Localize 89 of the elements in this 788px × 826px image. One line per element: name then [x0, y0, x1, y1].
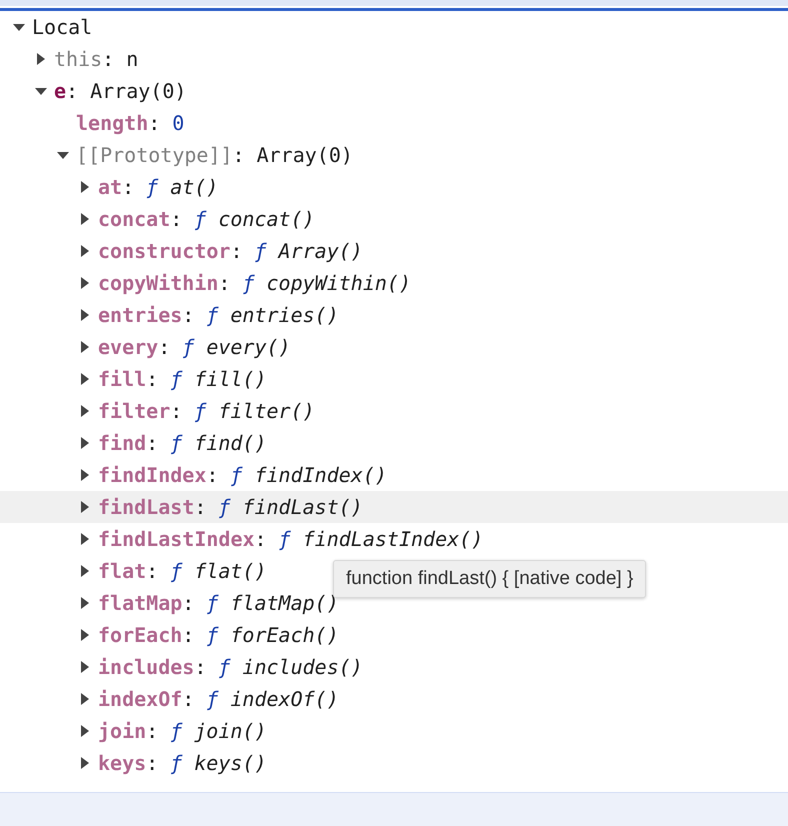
property-value: every() — [206, 335, 291, 359]
property-name: concat — [98, 207, 170, 231]
colon: : — [146, 559, 158, 583]
colon: : — [122, 175, 134, 199]
property-name: forEach — [98, 623, 182, 647]
property-value: copyWithin() — [266, 271, 412, 295]
property-name: indexOf — [98, 687, 182, 711]
property-value: fill() — [194, 367, 267, 391]
colon: : — [148, 111, 160, 135]
colon: : — [102, 47, 114, 71]
property-value: flat() — [194, 559, 267, 583]
function-mark: ƒ — [206, 687, 218, 711]
colon: : — [146, 719, 158, 743]
colon: : — [218, 271, 230, 295]
tooltip: function findLast() { [native code] } — [333, 560, 646, 598]
property-name: keys — [98, 751, 146, 775]
property-value: indexOf() — [230, 687, 339, 711]
function-mark: ƒ — [170, 559, 182, 583]
property-value: Array() — [278, 239, 363, 263]
function-mark: ƒ — [230, 463, 242, 487]
property-value: findIndex() — [254, 463, 387, 487]
colon: : — [230, 239, 242, 263]
property-value: 0 — [172, 111, 184, 135]
colon: : — [66, 79, 78, 103]
colon: : — [194, 655, 206, 679]
function-mark: ƒ — [242, 271, 255, 295]
colon: : — [232, 143, 245, 167]
function-mark: ƒ — [170, 431, 182, 455]
property-name: [[Prototype]] — [76, 143, 233, 167]
property-value: join() — [194, 719, 267, 743]
property-name: flatMap — [98, 591, 182, 615]
property-name: e — [54, 79, 66, 103]
property-value: forEach() — [230, 623, 339, 647]
colon: : — [182, 303, 194, 327]
colon: : — [182, 623, 194, 647]
colon: : — [146, 431, 158, 455]
function-mark: ƒ — [146, 175, 158, 199]
property-value: concat() — [218, 207, 315, 231]
property-value: includes() — [242, 655, 363, 679]
property-name: this — [54, 47, 102, 71]
property-name: includes — [98, 655, 194, 679]
colon: : — [254, 527, 267, 551]
property-name: findLast — [98, 495, 194, 519]
colon: : — [146, 751, 158, 775]
property-value: find() — [194, 431, 267, 455]
property-name: at — [98, 175, 122, 199]
property-name: fill — [98, 367, 146, 391]
property-name: flat — [98, 559, 146, 583]
function-mark: ƒ — [206, 303, 218, 327]
function-mark: ƒ — [254, 239, 267, 263]
function-mark: ƒ — [170, 367, 182, 391]
property-name: join — [98, 719, 146, 743]
property-name: every — [98, 335, 158, 359]
function-mark: ƒ — [218, 655, 230, 679]
scope-label: Local — [32, 15, 92, 39]
property-value: at() — [170, 175, 218, 199]
function-mark: ƒ — [206, 591, 218, 615]
colon: : — [182, 591, 194, 615]
function-mark: ƒ — [206, 623, 218, 647]
function-mark: ƒ — [170, 751, 182, 775]
colon: : — [194, 495, 206, 519]
property-value: Array(0) — [90, 79, 186, 103]
function-mark: ƒ — [170, 719, 182, 743]
colon: : — [182, 687, 194, 711]
colon: : — [170, 207, 182, 231]
property-value: keys() — [194, 751, 267, 775]
function-mark: ƒ — [218, 495, 230, 519]
function-mark: ƒ — [194, 399, 206, 423]
colon: : — [206, 463, 218, 487]
property-value: entries() — [230, 303, 339, 327]
property-name: findIndex — [98, 463, 206, 487]
property-value: findLastIndex() — [302, 527, 484, 551]
colon: : — [146, 367, 158, 391]
property-value: Array(0) — [256, 143, 353, 167]
colon: : — [170, 399, 182, 423]
property-value: n — [126, 47, 138, 71]
property-name: constructor — [98, 239, 230, 263]
property-value: findLast() — [242, 495, 363, 519]
colon: : — [158, 335, 170, 359]
property-name: filter — [98, 399, 170, 423]
function-mark: ƒ — [194, 207, 206, 231]
property-name: find — [98, 431, 146, 455]
property-name: entries — [98, 303, 182, 327]
property-value: filter() — [218, 399, 315, 423]
property-name: length — [76, 111, 148, 135]
function-mark: ƒ — [182, 335, 194, 359]
function-mark: ƒ — [278, 527, 291, 551]
property-name: copyWithin — [98, 271, 218, 295]
property-name: findLastIndex — [98, 527, 255, 551]
